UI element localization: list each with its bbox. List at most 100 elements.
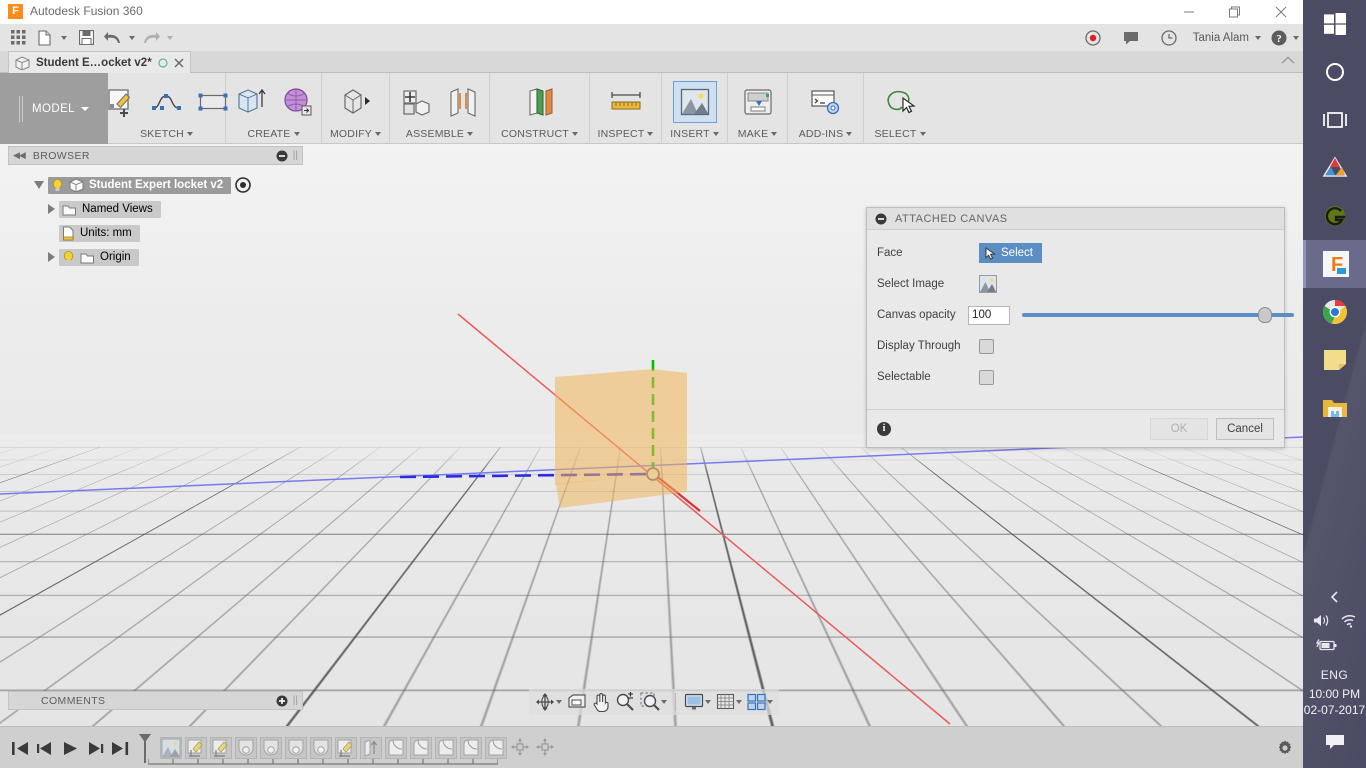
selectable-checkbox[interactable] — [979, 369, 994, 385]
expander-closed-icon[interactable] — [48, 252, 55, 262]
close-tab-icon[interactable] — [174, 57, 184, 68]
3d-print-icon[interactable] — [736, 81, 780, 123]
ribbon-group-label-construct[interactable]: CONSTRUCT — [501, 128, 578, 144]
scripts-addins-icon[interactable] — [804, 81, 848, 123]
minimize-button[interactable] — [1166, 0, 1211, 24]
file-dropdown-caret[interactable] — [58, 25, 70, 50]
chevron-down-icon[interactable] — [767, 700, 773, 704]
new-component-icon[interactable] — [395, 81, 439, 123]
timeline-item-fillet[interactable] — [410, 737, 432, 759]
canvas-opacity-input[interactable] — [968, 305, 1011, 325]
timeline-item-extrude[interactable] — [285, 737, 307, 759]
timeline-item-fillet[interactable] — [460, 737, 482, 759]
close-button[interactable] — [1258, 0, 1303, 24]
redo-icon[interactable] — [140, 25, 162, 50]
restore-button[interactable] — [1212, 0, 1257, 24]
cancel-button[interactable]: Cancel — [1216, 417, 1274, 440]
step-forward-icon[interactable] — [87, 741, 104, 756]
timeline-item-extrude[interactable] — [260, 737, 282, 759]
tree-item-named-views[interactable]: Named Views — [59, 200, 161, 218]
timeline-item-extrude-up[interactable] — [360, 737, 382, 759]
info-icon[interactable]: i — [877, 421, 891, 436]
timeline-item-fillet[interactable] — [485, 737, 507, 759]
workspace-switcher[interactable]: MODEL — [0, 73, 108, 144]
tree-row-named-views[interactable]: Named Views — [8, 199, 303, 219]
dialog-minus-icon[interactable] — [875, 213, 887, 225]
undo-icon[interactable] — [102, 25, 124, 50]
timeline-item-fillet[interactable] — [385, 737, 407, 759]
display-settings-icon[interactable] — [682, 690, 713, 714]
offset-plane-icon[interactable] — [518, 81, 562, 123]
expander-open-icon[interactable] — [34, 181, 44, 189]
expander-closed-icon[interactable] — [48, 204, 55, 214]
press-pull-icon[interactable] — [334, 81, 378, 123]
spline-icon[interactable] — [145, 81, 189, 123]
collapse-left-icon[interactable]: ◀◀ — [13, 150, 26, 161]
zoom-icon[interactable] — [613, 690, 637, 714]
chevron-down-icon[interactable] — [736, 700, 742, 704]
timeline-item-extrude[interactable] — [235, 737, 257, 759]
user-menu[interactable]: Tania Alam — [1193, 25, 1261, 50]
select-lasso-icon[interactable] — [878, 81, 922, 123]
browser-minus-icon[interactable] — [276, 150, 288, 162]
select-image-button[interactable] — [979, 275, 997, 293]
ribbon-group-label-inspect[interactable]: INSPECT — [598, 128, 654, 144]
comment-icon[interactable] — [1117, 25, 1145, 50]
go-to-end-icon[interactable] — [112, 741, 129, 756]
ribbon-group-label-modify[interactable]: MODIFY — [330, 128, 382, 144]
timeline-item-canvas[interactable] — [160, 737, 182, 759]
play-icon[interactable] — [62, 741, 79, 756]
chevron-down-icon[interactable] — [661, 700, 667, 704]
zoom-window-icon[interactable] — [638, 690, 669, 714]
orbit-icon[interactable] — [533, 690, 564, 714]
chevron-down-icon[interactable] — [556, 700, 562, 704]
joint-icon[interactable] — [441, 81, 485, 123]
ribbon-group-label-select[interactable]: SELECT — [874, 128, 926, 144]
add-comment-icon[interactable] — [276, 695, 288, 707]
ribbon-group-label-make[interactable]: MAKE — [738, 128, 778, 144]
create-sketch-icon[interactable] — [99, 81, 143, 123]
pan-icon[interactable] — [590, 690, 612, 714]
measure-icon[interactable] — [604, 81, 648, 123]
ribbon-group-label-insert[interactable]: INSERT — [670, 128, 719, 144]
display-through-checkbox[interactable] — [979, 338, 994, 354]
ribbon-group-label-create[interactable]: CREATE — [247, 128, 300, 144]
timeline-settings-icon[interactable] — [1273, 736, 1297, 760]
timeline-item-fillet[interactable] — [435, 737, 457, 759]
step-back-icon[interactable] — [37, 741, 54, 756]
insert-canvas-icon[interactable] — [672, 80, 717, 123]
comments-bar[interactable]: COMMENTS || — [8, 691, 303, 710]
slider-knob[interactable] — [1258, 307, 1272, 323]
extrude-icon[interactable] — [229, 81, 273, 123]
timeline-item-move[interactable] — [510, 737, 532, 759]
go-to-beginning-icon[interactable] — [12, 741, 29, 756]
tree-row-root[interactable]: Student Expert locket v2 — [8, 175, 303, 195]
ribbon-group-label-sketch[interactable]: SKETCH — [140, 128, 193, 144]
sync-circle-icon[interactable] — [158, 57, 168, 68]
viewports-icon[interactable] — [745, 690, 775, 714]
timeline-item-sketch[interactable] — [185, 737, 207, 759]
chevron-down-icon[interactable] — [705, 700, 711, 704]
face-select-button[interactable]: Select — [979, 243, 1042, 263]
tree-item-root[interactable]: Student Expert locket v2 — [48, 176, 232, 194]
timeline-item-sketch[interactable] — [210, 737, 232, 759]
help-button[interactable]: ? — [1271, 25, 1299, 50]
tree-item-origin[interactable]: Origin — [59, 248, 139, 266]
app-grid-icon[interactable] — [4, 25, 32, 50]
tree-row-units[interactable]: Units: mm — [8, 223, 303, 243]
history-icon[interactable] — [1155, 25, 1183, 50]
ribbon-group-label-assemble[interactable]: ASSEMBLE — [406, 128, 474, 144]
redo-dropdown-caret[interactable] — [164, 25, 176, 50]
ok-button[interactable]: OK — [1150, 417, 1208, 440]
timeline-item-move[interactable] — [535, 737, 557, 759]
file-icon[interactable] — [34, 25, 56, 50]
timeline-item-sketch[interactable] — [335, 737, 357, 759]
ribbon-group-label-addins[interactable]: ADD-INS — [799, 128, 853, 144]
tree-row-origin[interactable]: Origin — [8, 247, 303, 267]
look-at-icon[interactable] — [565, 690, 589, 714]
timeline-item-extrude[interactable] — [310, 737, 332, 759]
radio-icon[interactable] — [235, 177, 252, 193]
grid-snaps-icon[interactable] — [714, 690, 744, 714]
canvas-opacity-slider[interactable] — [1022, 306, 1295, 324]
ribbon-collapse-chevron-icon[interactable] — [1281, 54, 1295, 68]
